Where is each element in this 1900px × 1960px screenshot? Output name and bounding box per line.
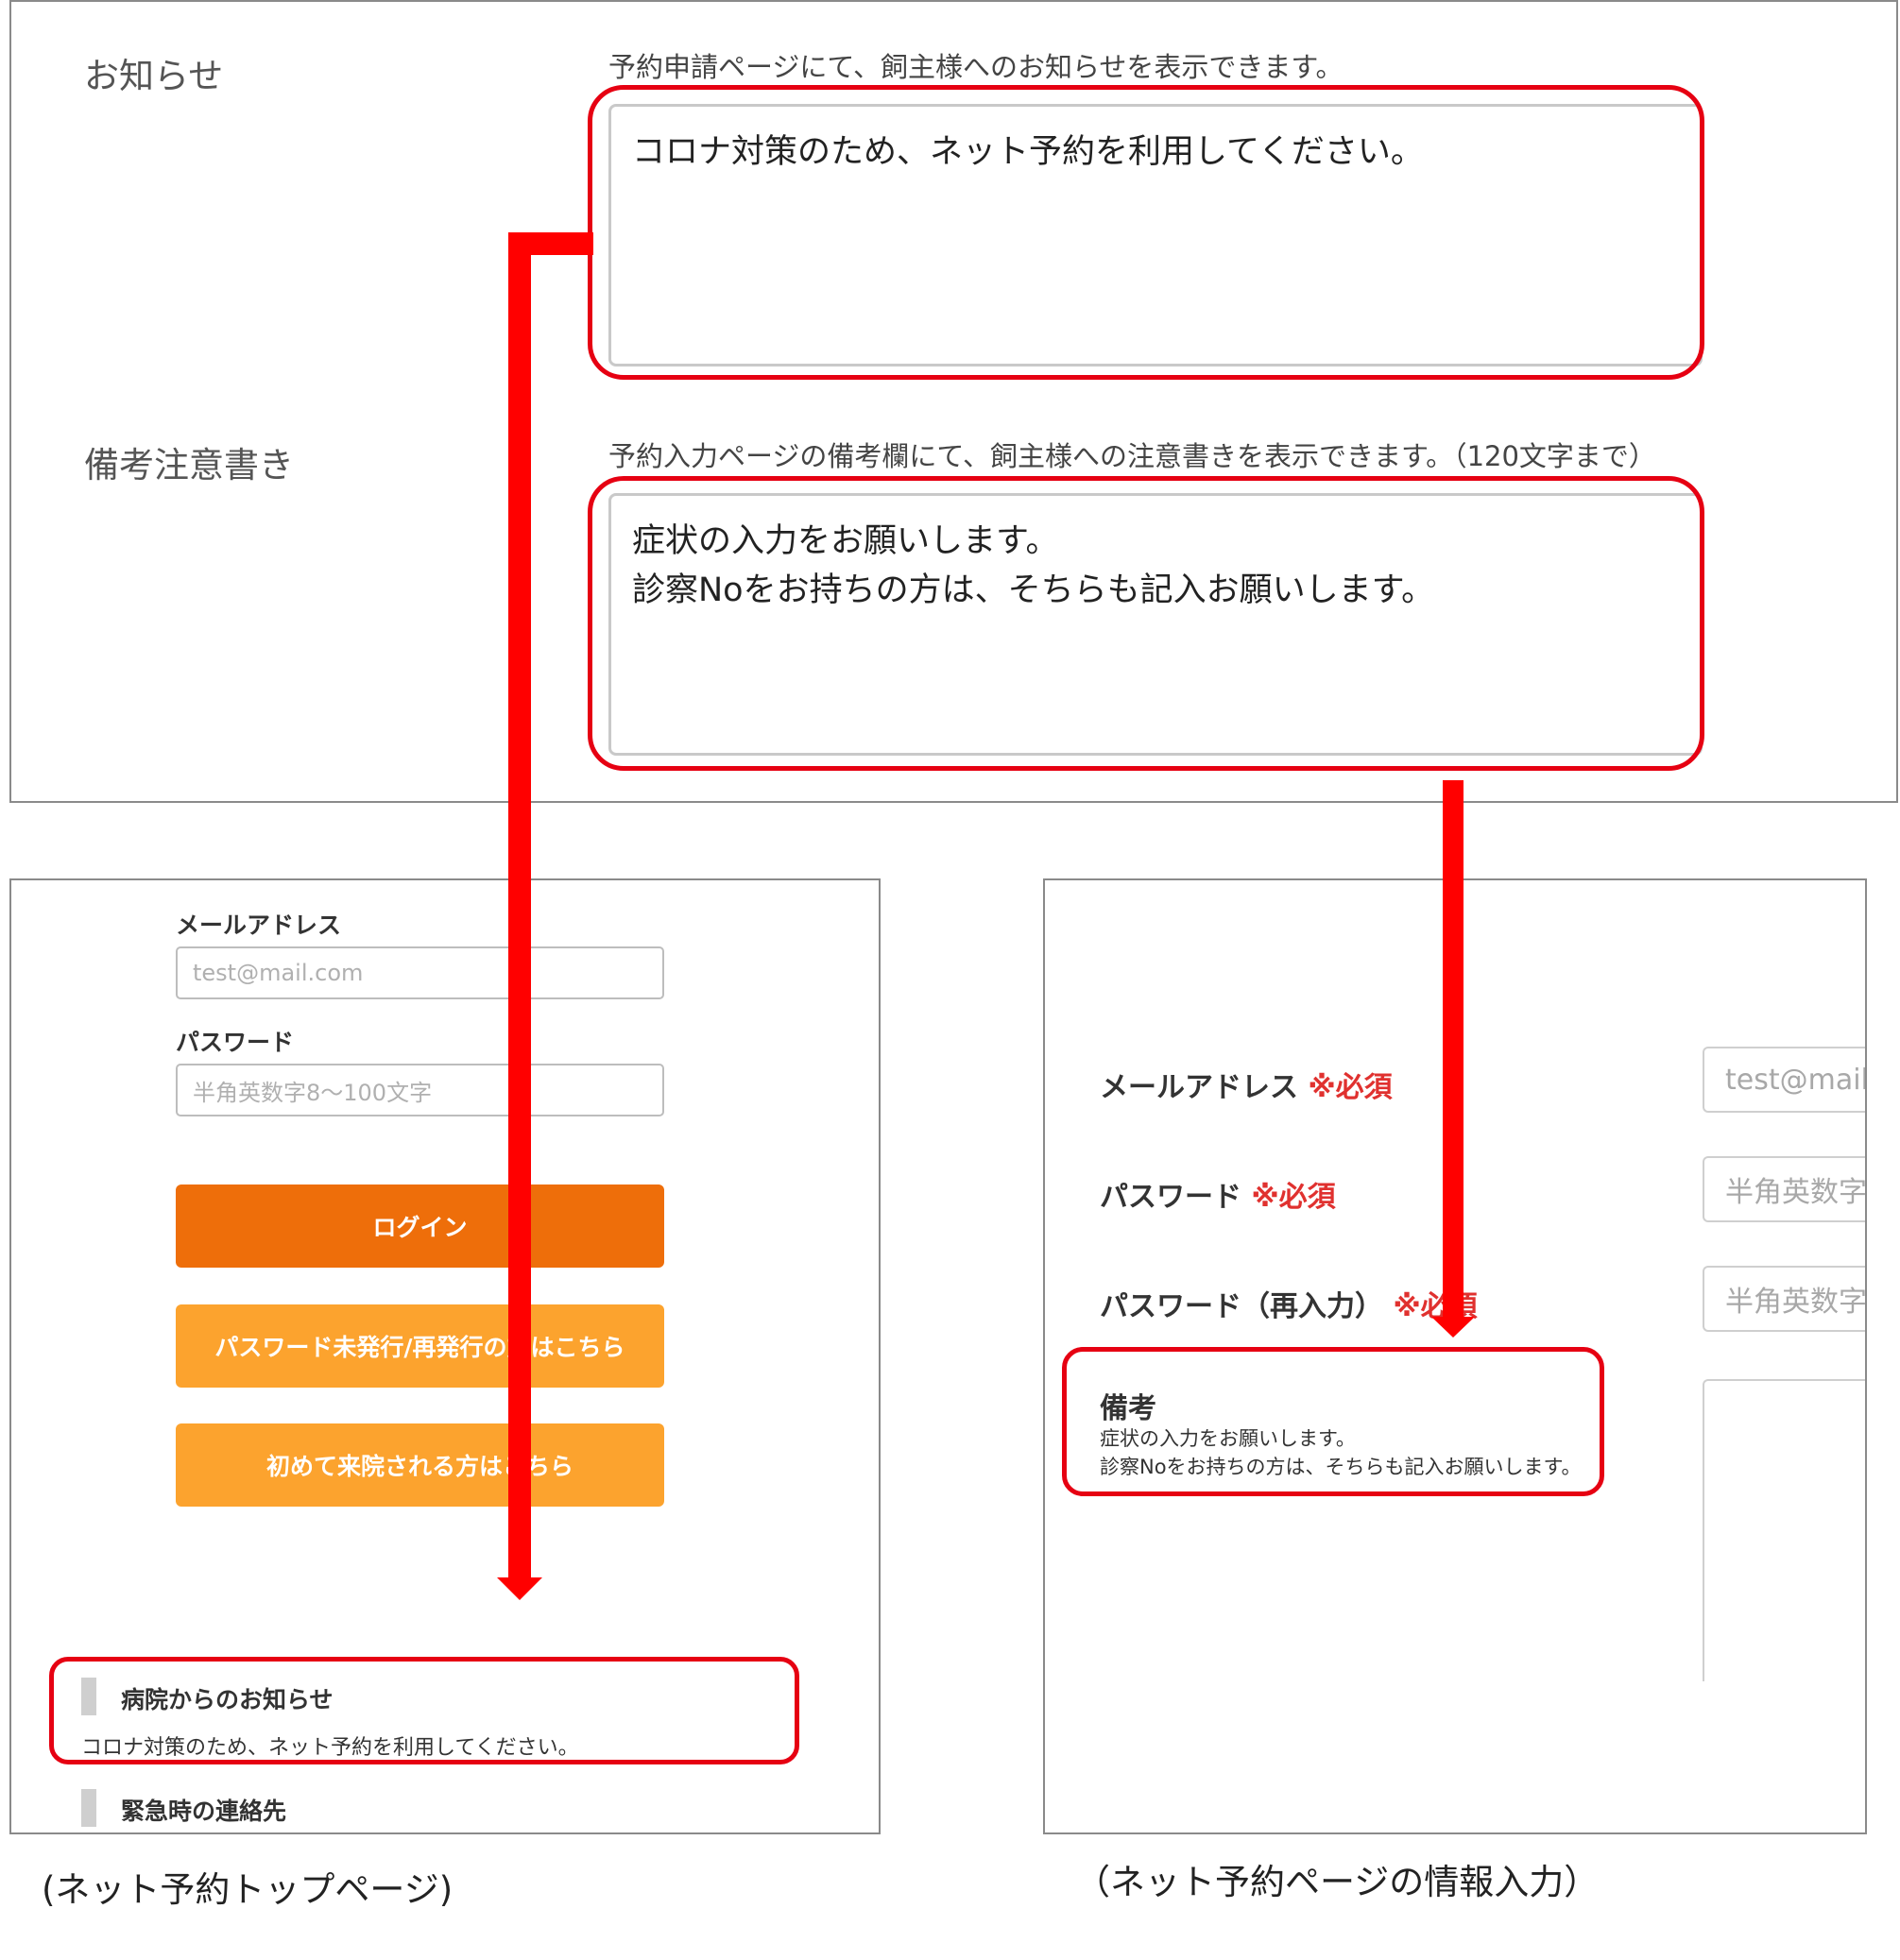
- reservation-password-confirm-input[interactable]: 半角英数字: [1703, 1266, 1865, 1332]
- emergency-contact-marker: [81, 1789, 96, 1827]
- hospital-notice-highlight-frame: [49, 1657, 799, 1764]
- reservation-password-confirm-label-text: パスワード（再入力）: [1100, 1290, 1383, 1323]
- reservation-password-label-text: パスワード: [1100, 1181, 1241, 1214]
- emergency-contact-title: 緊急時の連絡先: [121, 1798, 287, 1825]
- remarks-note-highlight-frame: [1062, 1347, 1604, 1496]
- notice-arrow-vertical: [508, 232, 531, 1583]
- remarks-textarea-input[interactable]: [1703, 1379, 1865, 1681]
- remarks-highlight-frame: [588, 476, 1704, 771]
- notice-highlight-frame: [588, 85, 1704, 380]
- remarks-arrow-vertical: [1443, 780, 1464, 1319]
- login-button[interactable]: ログイン: [176, 1185, 664, 1268]
- reservation-password-confirm-label: パスワード（再入力） ※必須: [1100, 1283, 1478, 1324]
- reservation-email-label: メールアドレス ※必須: [1100, 1064, 1393, 1105]
- password-label: パスワード: [176, 1029, 295, 1056]
- top-page-caption: (ネット予約トップページ): [42, 1869, 454, 1910]
- email-label: メールアドレス: [176, 912, 342, 939]
- password-reissue-button[interactable]: パスワード未発行/再発行の方はこちら: [176, 1304, 664, 1388]
- email-required-mark: ※必須: [1308, 1071, 1393, 1104]
- email-input[interactable]: test@mail.com: [176, 946, 664, 999]
- reservation-page-caption: （ネット予約ページの情報入力）: [1075, 1862, 1600, 1902]
- first-visit-button[interactable]: 初めて来院される方はこちら: [176, 1423, 664, 1507]
- notice-description: 予約申請ページにて、飼主様へのお知らせを表示できます。: [608, 51, 1344, 83]
- notice-arrow-head: [497, 1577, 542, 1600]
- reservation-password-label: パスワード ※必須: [1100, 1173, 1336, 1215]
- reservation-email-input[interactable]: test@mail.com: [1703, 1047, 1865, 1113]
- remarks-label: 備考注意書き: [84, 445, 294, 486]
- remarks-description: 予約入力ページの備考欄にて、飼主様への注意書きを表示できます。（120文字まで）: [608, 440, 1656, 472]
- reservation-password-input[interactable]: 半角英数字: [1703, 1156, 1865, 1222]
- password-input[interactable]: 半角英数字8〜100文字: [176, 1064, 664, 1116]
- password-required-mark: ※必須: [1251, 1181, 1336, 1214]
- reservation-email-label-text: メールアドレス: [1100, 1071, 1298, 1104]
- notice-label: お知らせ: [84, 56, 224, 96]
- remarks-arrow-head: [1431, 1317, 1475, 1338]
